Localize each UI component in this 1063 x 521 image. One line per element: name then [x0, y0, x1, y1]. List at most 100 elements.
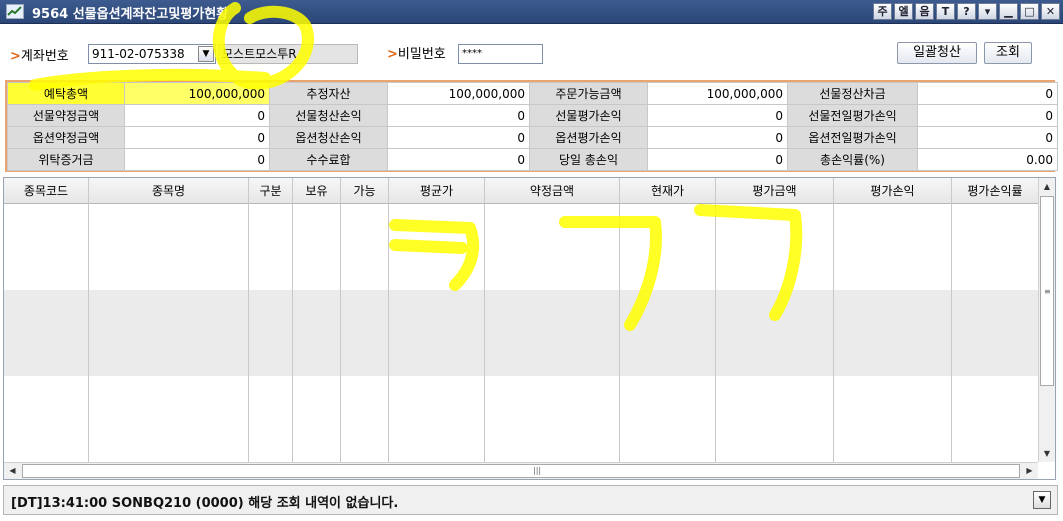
account-name-field: 모스트모스투R — [218, 44, 358, 64]
col-header[interactable]: 종목코드 — [4, 178, 89, 204]
summary-label: 주문가능금액 — [529, 82, 648, 105]
horizontal-scrollbar[interactable]: ◀ ||| ▶ — [4, 462, 1038, 479]
summary-value: 0 — [647, 126, 788, 149]
col-header[interactable]: 평가금액 — [716, 178, 834, 204]
summary-value: 0 — [124, 126, 270, 149]
vertical-scroll-thumb[interactable]: ≡ — [1040, 196, 1054, 386]
account-row: >계좌번호 911-02-075338 ▼ 모스트모스투R >비밀번호 ****… — [0, 24, 1063, 76]
grid-header: 종목코드 종목명 구분 보유 가능 평균가 약정금액 현재가 평가금액 평가손익… — [4, 178, 1038, 204]
title-btn-t[interactable]: T — [936, 3, 955, 20]
summary-label: 선물약정금액 — [7, 104, 125, 127]
summary-label: 수수료합 — [269, 148, 388, 171]
summary-row: 선물약정금액 0 선물청산손익 0 선물평가손익 0 선물전일평가손익 0 — [7, 104, 1058, 127]
password-input[interactable]: **** — [458, 44, 543, 64]
col-header[interactable]: 약정금액 — [485, 178, 620, 204]
arrow-icon: > — [387, 47, 398, 62]
help-button[interactable]: ? — [957, 3, 976, 20]
grid-body[interactable] — [4, 204, 1038, 462]
summary-label: 총손익률(%) — [787, 148, 918, 171]
column-divider — [619, 204, 620, 462]
column-divider — [292, 204, 293, 462]
summary-label: 선물청산손익 — [269, 104, 388, 127]
column-divider — [484, 204, 485, 462]
title-btn-eum[interactable]: 음 — [915, 3, 934, 20]
column-divider — [248, 204, 249, 462]
query-button[interactable]: 조회 — [984, 42, 1032, 64]
title-button-group: 주 엘 음 T ? ▾ ▁ □ ✕ — [873, 3, 1060, 20]
column-divider — [715, 204, 716, 462]
summary-value: 0 — [124, 148, 270, 171]
summary-value: 0 — [647, 104, 788, 127]
summary-value: 0 — [387, 104, 530, 127]
status-message: [DT]13:41:00 SONBQ210 (0000) 해당 조회 내역이 없… — [11, 496, 399, 511]
grip-icon: ||| — [533, 466, 542, 475]
account-number-select[interactable]: 911-02-075338 ▼ — [88, 44, 216, 64]
col-header[interactable]: 구분 — [249, 178, 293, 204]
summary-value: 100,000,000 — [387, 82, 530, 105]
summary-row: 옵션약정금액 0 옵션청산손익 0 옵션평가손익 0 옵션전일평가손익 0 — [7, 126, 1058, 149]
summary-label: 당일 총손익 — [529, 148, 648, 171]
horizontal-scroll-thumb[interactable]: ||| — [22, 464, 1020, 478]
window-title: 9564 선물옵션계좌잔고및평가현황 — [32, 7, 229, 22]
status-bar: [DT]13:41:00 SONBQ210 (0000) 해당 조회 내역이 없… — [3, 485, 1058, 515]
summary-label: 옵션약정금액 — [7, 126, 125, 149]
arrow-icon: > — [10, 49, 21, 64]
summary-label: 선물전일평가손익 — [787, 104, 918, 127]
summary-value: 0 — [387, 126, 530, 149]
column-divider — [340, 204, 341, 462]
title-btn-ju[interactable]: 주 — [873, 3, 892, 20]
window-app-icon — [6, 4, 24, 19]
menu-dropdown-icon[interactable]: ▾ — [978, 3, 997, 20]
title-btn-el[interactable]: 엘 — [894, 3, 913, 20]
summary-row: 예탁총액 100,000,000 추정자산 100,000,000 주문가능금액… — [7, 82, 1058, 105]
summary-label: 선물정산차금 — [787, 82, 918, 105]
title-bar: 9564 선물옵션계좌잔고및평가현황 주 엘 음 T ? ▾ ▁ □ ✕ — [0, 0, 1063, 24]
summary-label: 옵션청산손익 — [269, 126, 388, 149]
summary-value: 0 — [917, 82, 1058, 105]
summary-value: 0 — [917, 104, 1058, 127]
summary-label: 예탁총액 — [7, 82, 125, 105]
summary-label: 위탁증거금 — [7, 148, 125, 171]
chevron-down-icon[interactable]: ▼ — [1033, 491, 1051, 509]
grid-row-band — [4, 204, 1038, 290]
scroll-right-icon[interactable]: ▶ — [1021, 463, 1038, 479]
summary-label: 옵션평가손익 — [529, 126, 648, 149]
vertical-scrollbar[interactable]: ▲ ≡ ▼ — [1038, 178, 1055, 462]
summary-value: 0.00 — [917, 148, 1058, 171]
grid-row-band — [4, 290, 1038, 376]
maximize-icon[interactable]: □ — [1020, 3, 1039, 20]
summary-label: 선물평가손익 — [529, 104, 648, 127]
account-label: >계좌번호 — [10, 49, 69, 64]
col-header[interactable]: 종목명 — [89, 178, 249, 204]
close-icon[interactable]: ✕ — [1041, 3, 1060, 20]
chevron-down-icon[interactable]: ▼ — [198, 46, 214, 62]
summary-row: 위탁증거금 0 수수료합 0 당일 총손익 0 총손익률(%) 0.00 — [7, 148, 1058, 171]
column-divider — [833, 204, 834, 462]
scroll-up-icon[interactable]: ▲ — [1039, 178, 1055, 195]
summary-value: 100,000,000 — [124, 82, 270, 105]
grid-row-band — [4, 376, 1038, 462]
column-divider — [88, 204, 89, 462]
col-header[interactable]: 보유 — [293, 178, 341, 204]
scroll-down-icon[interactable]: ▼ — [1039, 445, 1055, 462]
summary-label: 옵션전일평가손익 — [787, 126, 918, 149]
grip-icon: ≡ — [1044, 287, 1051, 296]
column-divider — [388, 204, 389, 462]
summary-value: 0 — [387, 148, 530, 171]
column-divider — [951, 204, 952, 462]
col-header[interactable]: 가능 — [341, 178, 389, 204]
summary-value: 100,000,000 — [647, 82, 788, 105]
summary-value: 0 — [647, 148, 788, 171]
password-label: >비밀번호 — [387, 47, 446, 62]
minimize-icon[interactable]: ▁ — [999, 3, 1018, 20]
col-header[interactable]: 평균가 — [389, 178, 485, 204]
summary-value: 0 — [917, 126, 1058, 149]
col-header[interactable]: 평가손익 — [834, 178, 952, 204]
summary-label: 추정자산 — [269, 82, 388, 105]
summary-value: 0 — [124, 104, 270, 127]
col-header[interactable]: 현재가 — [620, 178, 716, 204]
col-header[interactable]: 평가손익률 — [952, 178, 1038, 204]
bulk-settle-button[interactable]: 일괄청산 — [897, 42, 977, 64]
scroll-left-icon[interactable]: ◀ — [4, 463, 21, 479]
positions-grid: 종목코드 종목명 구분 보유 가능 평균가 약정금액 현재가 평가금액 평가손익… — [3, 177, 1056, 480]
